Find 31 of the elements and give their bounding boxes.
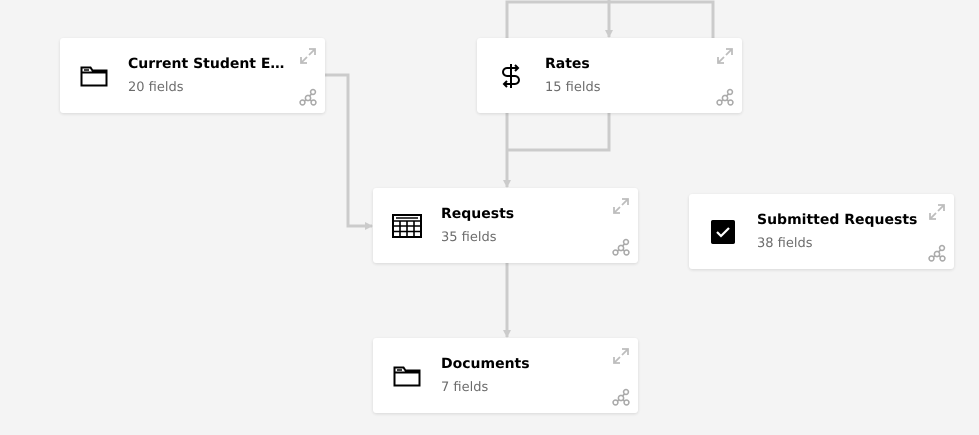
card-title: Documents: [441, 356, 530, 372]
expand-icon[interactable]: [299, 47, 317, 65]
connector-arrow: [605, 0, 613, 38]
folder-icon: [80, 64, 108, 88]
relations-icon[interactable]: [612, 388, 630, 406]
table-icon: [392, 214, 422, 238]
expand-icon[interactable]: [612, 197, 630, 215]
card-title: Rates: [545, 56, 591, 72]
checkbox-icon: [711, 220, 735, 244]
expand-icon[interactable]: [928, 203, 946, 221]
table-card[interactable]: Requests 35 fields: [373, 188, 638, 263]
table-card[interactable]: Submitted Requests 38 fields: [689, 194, 954, 269]
relations-icon[interactable]: [928, 244, 946, 262]
table-card[interactable]: Documents 7 fields: [373, 338, 638, 413]
card-title: Requests: [441, 206, 514, 222]
card-title: Current Student E…: [128, 56, 284, 72]
field-count: 15 fields: [545, 80, 600, 95]
relations-icon[interactable]: [299, 88, 317, 106]
dollar-icon: [500, 62, 522, 90]
field-count: 38 fields: [757, 236, 814, 251]
field-count: 35 fields: [441, 230, 498, 245]
card-title: Submitted Requests: [757, 212, 918, 228]
field-count: 7 fields: [441, 380, 490, 395]
table-card[interactable]: Rates 15 fields: [477, 38, 742, 113]
expand-icon[interactable]: [612, 347, 630, 365]
field-count: 20 fields: [128, 80, 184, 95]
relations-icon[interactable]: [612, 238, 630, 256]
folder-icon: [393, 364, 421, 388]
expand-icon[interactable]: [716, 47, 734, 65]
relations-icon[interactable]: [716, 88, 734, 106]
table-card[interactable]: Current Student E… 20 fields: [60, 38, 325, 113]
